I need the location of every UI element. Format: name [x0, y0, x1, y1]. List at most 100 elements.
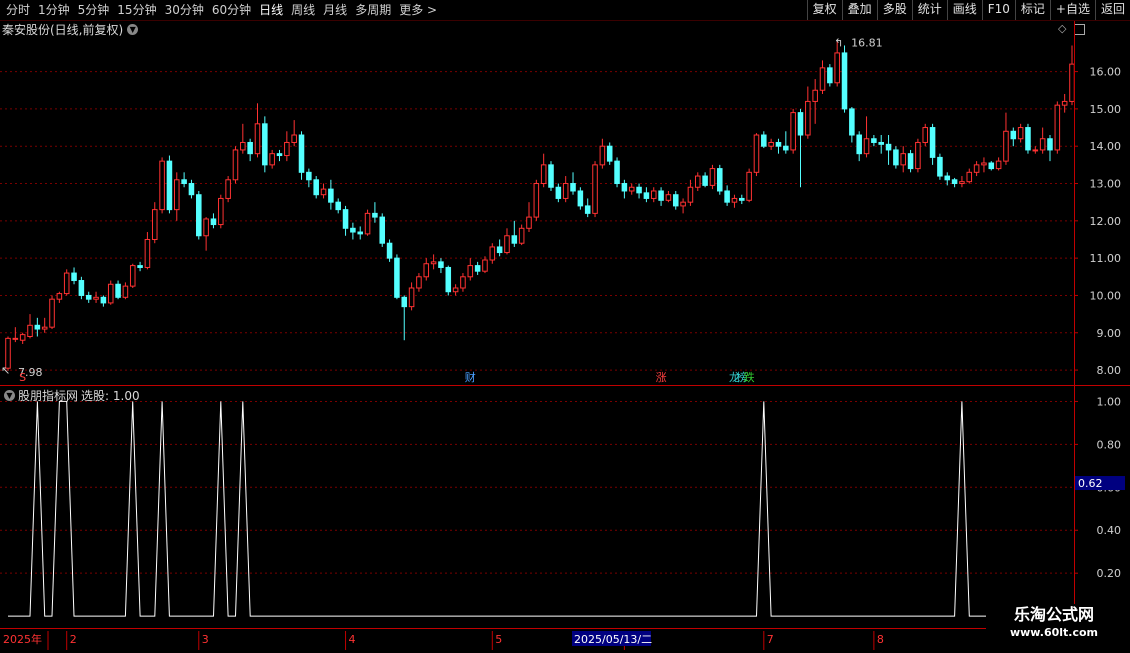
candle — [12, 327, 19, 343]
watermark-url: www.60lt.com — [1009, 626, 1099, 639]
overlay-button[interactable]: 叠加 — [841, 0, 877, 20]
add-watchlist-button[interactable]: +自选 — [1049, 0, 1095, 20]
candle — [966, 168, 973, 184]
candle — [181, 172, 187, 188]
candle — [981, 157, 987, 173]
candle — [482, 256, 488, 274]
candle — [489, 243, 496, 264]
candle — [438, 258, 444, 274]
candle — [129, 263, 136, 288]
candle — [269, 149, 275, 169]
candle — [122, 282, 129, 300]
candle — [687, 179, 694, 206]
statistics-button[interactable]: 统计 — [911, 0, 947, 20]
tab-15min[interactable]: 15分钟 — [113, 0, 160, 20]
candle — [210, 213, 217, 229]
candle — [518, 224, 525, 246]
y-tick-label: 10.00 — [1090, 289, 1122, 302]
layout-icon[interactable] — [1074, 24, 1086, 35]
candle — [797, 108, 804, 188]
candle — [1017, 123, 1024, 143]
candle — [386, 239, 393, 262]
indicator-y-tick-label: 1.00 — [1097, 395, 1122, 408]
candle — [658, 187, 664, 206]
candle — [995, 157, 1002, 171]
tab-30min[interactable]: 30分钟 — [161, 0, 208, 20]
y-tick-label: 15.00 — [1090, 103, 1122, 116]
candle — [34, 317, 41, 337]
date-axis: 2025年23456782025/05/13/二 — [0, 629, 1074, 650]
current-value-box — [1075, 476, 1125, 491]
tab-daily[interactable]: 日线 — [255, 0, 287, 20]
tab-multi-period[interactable]: 多周期 — [351, 0, 395, 20]
candle — [5, 336, 11, 371]
candle — [540, 153, 547, 188]
candle — [533, 179, 540, 221]
candle — [739, 194, 745, 205]
tab-60min[interactable]: 60分钟 — [208, 0, 255, 20]
top-toolbar: 分时 1分钟 5分钟 15分钟 30分钟 60分钟 日线 周线 月线 多周期 更… — [0, 0, 1130, 21]
candle — [49, 295, 55, 330]
candle — [753, 133, 760, 177]
indicator-name: 股朋指标网 — [18, 388, 79, 403]
candle — [614, 157, 620, 188]
restore-rights-button[interactable]: 复权 — [806, 0, 842, 20]
y-tick-label: 14.00 — [1090, 140, 1122, 153]
candle — [71, 267, 77, 285]
event-marker: S — [19, 371, 26, 384]
candle — [474, 261, 481, 275]
candle — [416, 273, 422, 292]
draw-line-button[interactable]: 画线 — [946, 0, 982, 20]
event-marker: 榜 — [736, 370, 747, 384]
candle — [342, 205, 349, 236]
candle — [885, 135, 892, 165]
tab-1min[interactable]: 1分钟 — [34, 0, 74, 20]
month-label: 4 — [349, 633, 356, 646]
back-button[interactable]: 返回 — [1094, 0, 1130, 20]
chart-title: 秦安股份(日线,前复权) — [2, 22, 124, 37]
candle — [709, 164, 716, 190]
period-tabs: 分时 1分钟 5分钟 15分钟 30分钟 60分钟 日线 周线 月线 多周期 更… — [2, 0, 441, 20]
candle — [364, 209, 371, 236]
candle — [834, 41, 840, 87]
current-value-label: 0.62 — [1078, 477, 1103, 490]
multi-stock-button[interactable]: 多股 — [876, 0, 912, 20]
y-tick-label: 13.00 — [1090, 178, 1122, 191]
candle — [1025, 123, 1031, 154]
candle — [790, 108, 796, 154]
tab-monthly[interactable]: 月线 — [319, 0, 351, 20]
candle — [166, 155, 173, 214]
candle — [496, 239, 503, 257]
candle — [1054, 101, 1061, 154]
candle — [85, 291, 92, 303]
candle — [511, 220, 518, 247]
f10-button[interactable]: F10 — [981, 0, 1015, 20]
event-marker: 跌 — [744, 370, 755, 384]
tab-fenshi[interactable]: 分时 — [2, 0, 34, 20]
tab-weekly[interactable]: 周线 — [287, 0, 319, 20]
mark-button[interactable]: 标记 — [1014, 0, 1050, 20]
watermark-title: 乐淘公式网 — [1013, 605, 1094, 624]
candle — [805, 86, 811, 139]
candle — [276, 149, 283, 162]
month-label: 8 — [877, 633, 884, 646]
chevron-down-icon[interactable]: ▼ — [4, 389, 15, 401]
candle — [27, 314, 33, 339]
candle — [856, 131, 862, 162]
tab-5min[interactable]: 5分钟 — [74, 0, 114, 20]
candle — [819, 60, 826, 94]
candle — [423, 258, 430, 281]
high-marker: ↰ — [834, 36, 843, 49]
diamond-icon[interactable]: ◇ — [1058, 22, 1066, 35]
tab-more[interactable]: 更多 > — [395, 0, 441, 20]
chevron-down-icon[interactable]: ▼ — [127, 23, 139, 35]
candle — [335, 198, 341, 214]
candle — [555, 183, 562, 203]
candle — [430, 254, 437, 270]
toolbar-buttons: 复权 叠加 多股 统计 画线 F10 标记 +自选 返回 — [806, 0, 1130, 20]
candle — [100, 295, 107, 307]
candle — [922, 123, 929, 147]
candle — [1039, 127, 1046, 154]
candle — [775, 138, 782, 154]
chart-area[interactable]: ↰ 16.81 ↖ 7.98S 财 涨 龙榜跌 16.00 15.00 14.00 13.00 12… — [0, 0, 1130, 650]
